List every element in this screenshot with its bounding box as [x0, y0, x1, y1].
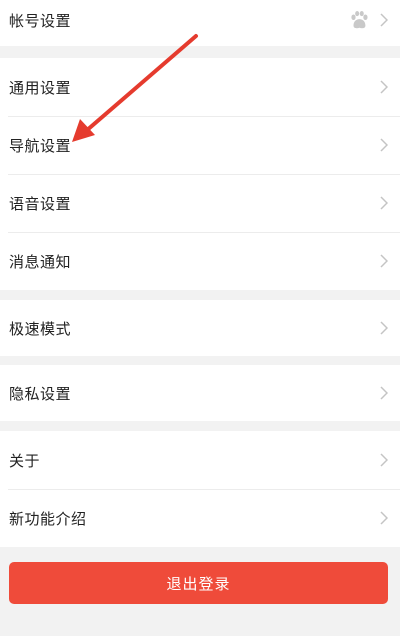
account-group: 帐号设置 — [0, 0, 400, 46]
voice-settings-row[interactable]: 语音设置 — [0, 174, 400, 232]
general-settings-row[interactable]: 通用设置 — [0, 58, 400, 116]
account-settings-row[interactable]: 帐号设置 — [0, 0, 400, 46]
new-features-label: 新功能介绍 — [9, 509, 87, 528]
paw-icon — [351, 11, 368, 29]
speed-mode-row[interactable]: 极速模式 — [0, 300, 400, 356]
chevron-right-icon — [380, 196, 388, 210]
navigation-settings-row[interactable]: 导航设置 — [0, 116, 400, 174]
privacy-settings-row[interactable]: 隐私设置 — [0, 365, 400, 421]
chevron-right-icon — [380, 511, 388, 525]
privacy-settings-label: 隐私设置 — [9, 384, 72, 403]
chevron-right-icon — [380, 13, 388, 27]
navigation-settings-label: 导航设置 — [9, 136, 72, 155]
speed-mode-group: 极速模式 — [0, 300, 400, 356]
logout-button[interactable]: 退出登录 — [9, 562, 388, 604]
about-row[interactable]: 关于 — [0, 431, 400, 489]
voice-settings-label: 语音设置 — [9, 194, 72, 213]
about-label: 关于 — [9, 451, 41, 470]
speed-mode-label: 极速模式 — [9, 319, 72, 338]
chevron-right-icon — [380, 138, 388, 152]
general-group: 通用设置 导航设置 语音设置 消息通知 — [0, 58, 400, 290]
about-group: 关于 新功能介绍 — [0, 431, 400, 547]
new-features-row[interactable]: 新功能介绍 — [0, 489, 400, 547]
chevron-right-icon — [380, 386, 388, 400]
chevron-right-icon — [380, 453, 388, 467]
general-settings-label: 通用设置 — [9, 78, 72, 97]
notifications-row[interactable]: 消息通知 — [0, 232, 400, 290]
account-settings-label: 帐号设置 — [9, 11, 72, 30]
notifications-label: 消息通知 — [9, 252, 72, 271]
privacy-group: 隐私设置 — [0, 365, 400, 421]
chevron-right-icon — [380, 254, 388, 268]
logout-label: 退出登录 — [166, 574, 231, 593]
chevron-right-icon — [380, 321, 388, 335]
chevron-right-icon — [380, 80, 388, 94]
